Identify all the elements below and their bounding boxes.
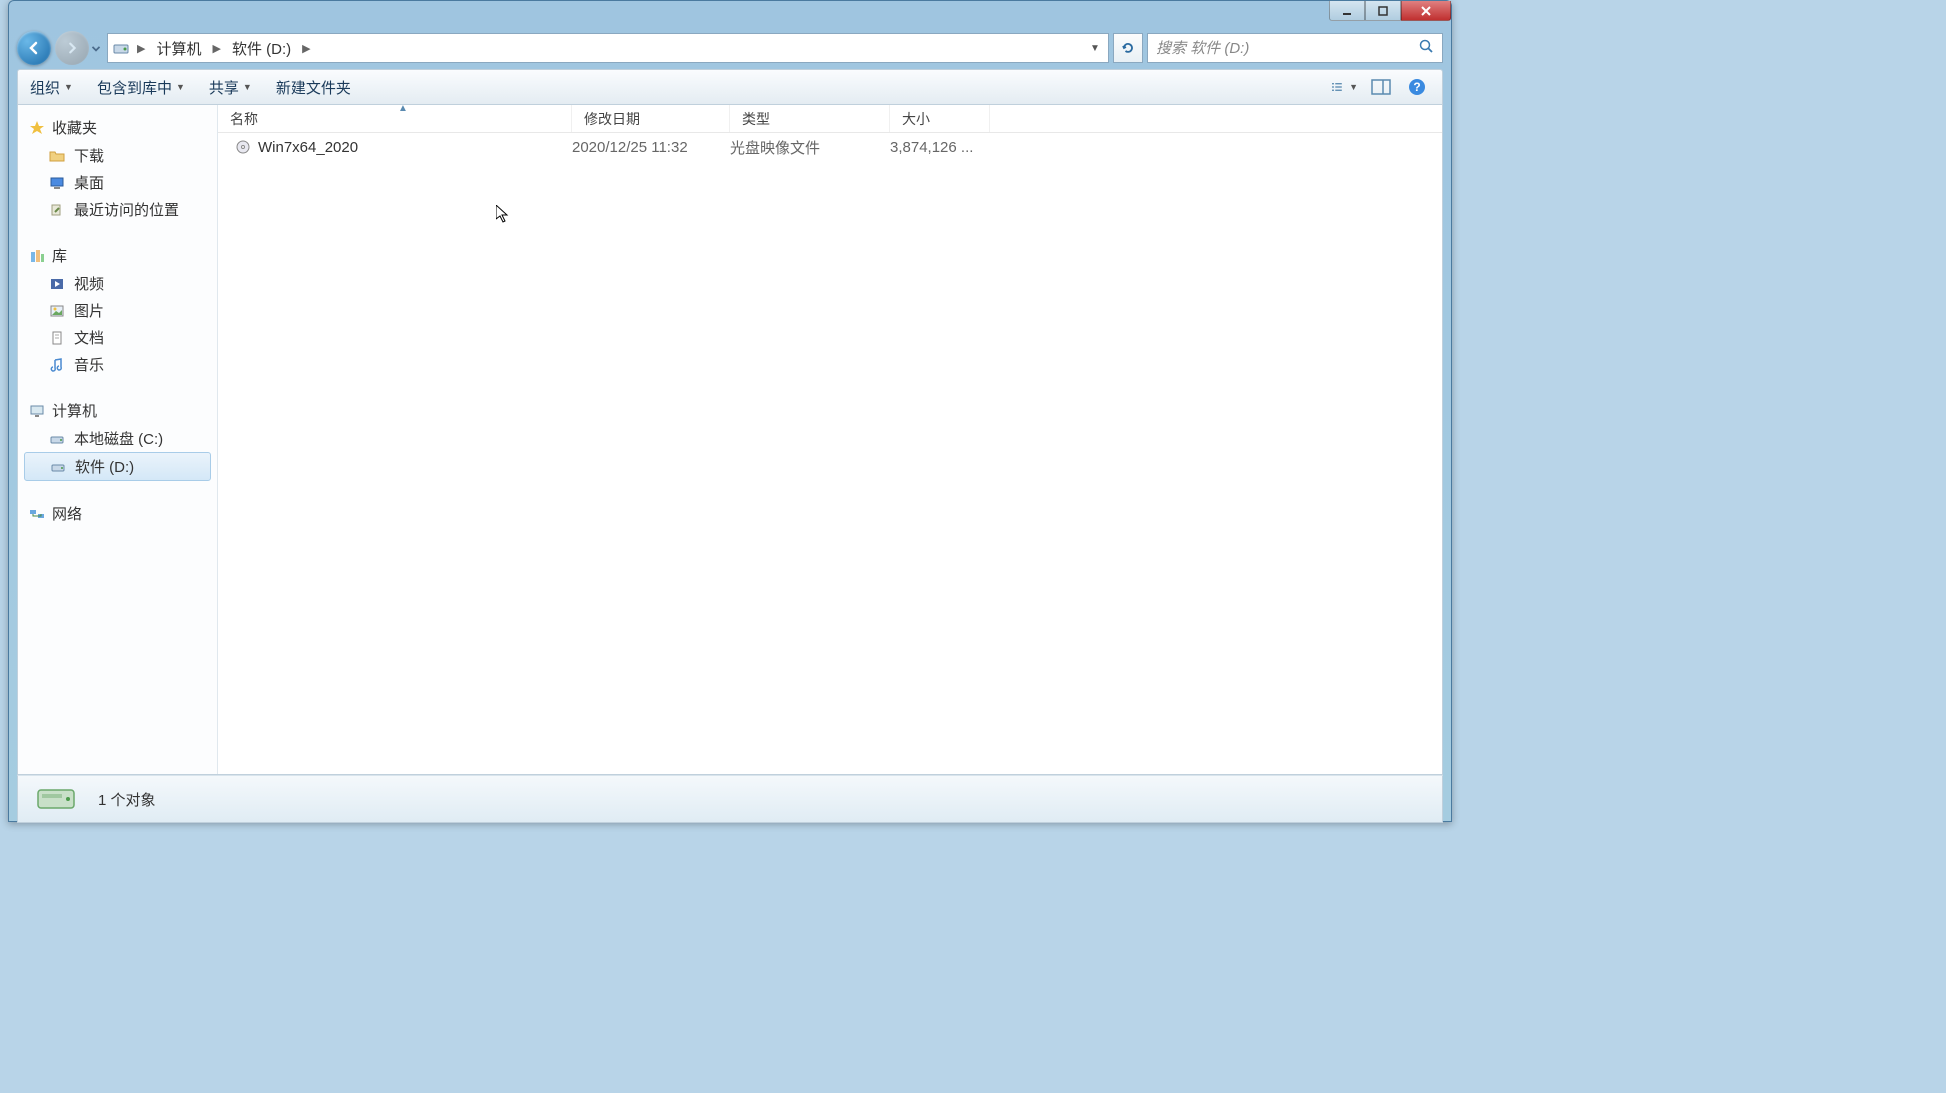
window-controls — [1329, 1, 1451, 21]
navigation-bar: ▶ 计算机 ▶ 软件 (D:) ▶ ▼ — [17, 27, 1443, 69]
include-in-library-menu[interactable]: 包含到库中 ▼ — [97, 77, 185, 98]
sidebar-label: 本地磁盘 (C:) — [74, 428, 163, 449]
sidebar-label: 文档 — [74, 327, 104, 348]
sidebar-label: 桌面 — [74, 172, 104, 193]
sidebar-item-pictures[interactable]: 图片 — [18, 297, 217, 324]
cursor-icon — [496, 205, 512, 225]
sidebar-label: 计算机 — [52, 400, 97, 421]
view-options-button[interactable]: ▼ — [1332, 74, 1358, 100]
sidebar-label: 软件 (D:) — [75, 456, 134, 477]
column-headers: ▲ 名称 修改日期 类型 大小 — [218, 105, 1442, 133]
maximize-button[interactable] — [1365, 1, 1401, 21]
sidebar-label: 音乐 — [74, 354, 104, 375]
refresh-button[interactable] — [1113, 33, 1143, 63]
dropdown-icon: ▼ — [176, 82, 185, 92]
column-header-size[interactable]: 大小 — [890, 105, 990, 132]
toolbar: 组织 ▼ 包含到库中 ▼ 共享 ▼ 新建文件夹 ▼ ? — [17, 69, 1443, 105]
document-icon — [48, 329, 66, 347]
address-dropdown-icon[interactable]: ▼ — [1086, 43, 1104, 54]
file-type: 光盘映像文件 — [730, 137, 890, 158]
sidebar-item-downloads[interactable]: 下载 — [18, 142, 217, 169]
breadcrumb-separator-icon[interactable]: ▶ — [134, 42, 148, 55]
picture-icon — [48, 302, 66, 320]
back-button[interactable] — [17, 31, 51, 65]
new-folder-button[interactable]: 新建文件夹 — [276, 77, 351, 98]
sidebar-item-recent[interactable]: 最近访问的位置 — [18, 196, 217, 223]
help-button[interactable]: ? — [1404, 74, 1430, 100]
drive-icon — [48, 430, 66, 448]
explorer-window: ▶ 计算机 ▶ 软件 (D:) ▶ ▼ 组织 ▼ 包含到库中 ▼ 共享 ▼ — [8, 0, 1452, 822]
dropdown-icon: ▼ — [1349, 82, 1358, 92]
drive-icon — [49, 458, 67, 476]
dropdown-icon: ▼ — [64, 82, 73, 92]
sidebar-libraries-header[interactable]: 库 — [18, 241, 217, 270]
folder-icon — [48, 147, 66, 165]
drive-icon — [112, 39, 130, 57]
column-header-name[interactable]: 名称 — [218, 105, 572, 132]
status-text: 1 个对象 — [98, 789, 156, 810]
sidebar-label: 视频 — [74, 273, 104, 294]
breadcrumb-separator-icon[interactable]: ▶ — [209, 42, 223, 55]
address-bar[interactable]: ▶ 计算机 ▶ 软件 (D:) ▶ ▼ — [107, 33, 1109, 63]
sidebar-item-drive-d[interactable]: 软件 (D:) — [24, 452, 211, 481]
preview-pane-button[interactable] — [1368, 74, 1394, 100]
organize-label: 组织 — [30, 77, 60, 98]
sort-indicator-icon: ▲ — [398, 103, 408, 114]
sidebar-computer-header[interactable]: 计算机 — [18, 396, 217, 425]
search-box[interactable] — [1147, 33, 1443, 63]
navigation-pane: 收藏夹 下载 桌面 最近访问的位置 库 — [18, 105, 218, 774]
minimize-button[interactable] — [1329, 1, 1365, 21]
sidebar-label: 网络 — [52, 503, 82, 524]
network-icon — [28, 505, 46, 523]
drive-large-icon — [32, 776, 80, 823]
computer-icon — [28, 402, 46, 420]
breadcrumb-computer[interactable]: 计算机 — [152, 36, 205, 61]
include-label: 包含到库中 — [97, 77, 172, 98]
sidebar-item-documents[interactable]: 文档 — [18, 324, 217, 351]
sidebar-item-videos[interactable]: 视频 — [18, 270, 217, 297]
sidebar-label: 图片 — [74, 300, 104, 321]
dropdown-icon: ▼ — [243, 82, 252, 92]
new-folder-label: 新建文件夹 — [276, 77, 351, 98]
content-area: 收藏夹 下载 桌面 最近访问的位置 库 — [17, 105, 1443, 775]
close-button[interactable] — [1401, 1, 1451, 21]
file-row[interactable]: Win7x64_2020 2020/12/25 11:32 光盘映像文件 3,8… — [218, 133, 1442, 161]
sidebar-item-desktop[interactable]: 桌面 — [18, 169, 217, 196]
sidebar-label: 下载 — [74, 145, 104, 166]
sidebar-label: 库 — [52, 245, 67, 266]
desktop-icon — [48, 174, 66, 192]
sidebar-label: 收藏夹 — [52, 117, 97, 138]
file-size: 3,874,126 ... — [890, 139, 990, 156]
video-icon — [48, 275, 66, 293]
file-list-pane[interactable]: ▲ 名称 修改日期 类型 大小 Win7x64_2020 2020/12/25 … — [218, 105, 1442, 774]
status-bar: 1 个对象 — [17, 775, 1443, 823]
column-header-date[interactable]: 修改日期 — [572, 105, 730, 132]
organize-menu[interactable]: 组织 ▼ — [30, 77, 73, 98]
sidebar-network-header[interactable]: 网络 — [18, 499, 217, 528]
share-menu[interactable]: 共享 ▼ — [209, 77, 252, 98]
music-icon — [48, 356, 66, 374]
sidebar-favorites-header[interactable]: 收藏夹 — [18, 113, 217, 142]
iso-file-icon — [234, 138, 252, 156]
search-icon[interactable] — [1418, 38, 1434, 59]
star-icon — [28, 119, 46, 137]
breadcrumb-location[interactable]: 软件 (D:) — [228, 36, 295, 61]
title-bar[interactable] — [9, 1, 1451, 27]
file-name: Win7x64_2020 — [258, 139, 358, 156]
sidebar-item-music[interactable]: 音乐 — [18, 351, 217, 378]
recent-icon — [48, 201, 66, 219]
library-icon — [28, 247, 46, 265]
svg-text:?: ? — [1413, 80, 1420, 94]
search-input[interactable] — [1156, 40, 1418, 57]
sidebar-item-drive-c[interactable]: 本地磁盘 (C:) — [18, 425, 217, 452]
sidebar-label: 最近访问的位置 — [74, 199, 179, 220]
file-date: 2020/12/25 11:32 — [572, 139, 730, 156]
column-header-type[interactable]: 类型 — [730, 105, 890, 132]
history-dropdown-icon[interactable] — [89, 41, 103, 55]
breadcrumb-separator-icon[interactable]: ▶ — [299, 42, 313, 55]
forward-button[interactable] — [55, 31, 89, 65]
share-label: 共享 — [209, 77, 239, 98]
